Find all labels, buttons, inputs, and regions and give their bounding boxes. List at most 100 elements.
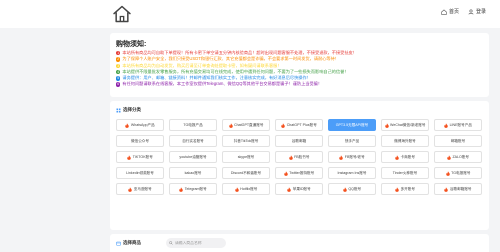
category-chip[interactable]: 邮箱账号	[434, 135, 482, 147]
category-chip[interactable]: ChatGPT直通账号	[222, 119, 270, 131]
category-chip-label: Tinder火种账号	[392, 170, 418, 175]
notice-number-badge: 1	[116, 50, 121, 56]
nav-login[interactable]: 登录	[468, 8, 486, 15]
nav-home[interactable]: 首页	[441, 8, 459, 15]
flame-icon	[445, 170, 450, 176]
category-chip[interactable]: ZALO账号	[434, 151, 482, 163]
category-chip-label: Telegram账号	[184, 186, 207, 191]
category-chip-label: ChatGPT直通账号	[234, 122, 264, 127]
notice-number-badge: 3	[116, 63, 121, 68]
search-input[interactable]	[175, 241, 225, 245]
category-chip-label: ChatGPT Plus账号	[286, 122, 317, 127]
category-chip[interactable]: 微信公众号	[116, 135, 164, 147]
notice-card: 购物须知: 1 本站所有商品均可自助下单提现！所有卡密下单空请五分钟内核验商品！超…	[110, 33, 489, 97]
notice-list: 1 本站所有商品均可自助下单提现！所有卡密下单空请五分钟内核验商品！超时出现问题客…	[116, 50, 486, 88]
category-chip[interactable]: 抖音TikTok账号	[222, 135, 270, 147]
category-chip[interactable]: ChatGPT Plus账号	[275, 119, 323, 131]
category-chip-label: WeChat微信/新老账号	[390, 122, 426, 127]
category-chip-label: 多开账号	[400, 186, 415, 191]
category-chip[interactable]: WeChat微信/新老账号	[381, 119, 429, 131]
flame-icon	[125, 122, 130, 128]
category-chip[interactable]: Twitter推特账号	[275, 167, 323, 179]
flame-icon	[395, 186, 399, 192]
category-chip-label: 亚马逊账号	[133, 186, 152, 191]
category-chip-label: Discord不和谐账号	[230, 170, 262, 175]
category-chip-label: Twitter推特账号	[289, 170, 315, 175]
top-nav: 首页 登录	[441, 8, 486, 15]
category-chip[interactable]: TIKTOK账号	[116, 151, 164, 163]
category-chip[interactable]: 自行实名账号	[169, 135, 217, 147]
category-chip-label: TG电报产品	[183, 122, 203, 127]
category-chip[interactable]: TG电报账号	[434, 167, 482, 179]
category-chip[interactable]: skype账号	[222, 151, 270, 163]
category-chip[interactable]: Discord不和谐账号	[222, 167, 270, 179]
category-chip[interactable]: Tinder火种账号	[381, 167, 429, 179]
box-icon	[116, 241, 121, 246]
category-chip-label: 自行实名账号	[182, 138, 204, 143]
category-chip-label: 谷歌邮箱账号	[449, 186, 472, 191]
flame-icon	[444, 122, 448, 128]
notice-number-badge: 4	[116, 69, 121, 75]
category-chip[interactable]: 亚马逊账号	[116, 183, 164, 195]
search-icon	[169, 241, 173, 245]
flame-icon	[234, 186, 239, 192]
notice-number-badge: 2	[116, 57, 121, 62]
notice-title: 购物须知:	[116, 41, 147, 48]
category-chip-label: QQ账号	[348, 186, 362, 191]
flame-icon	[128, 186, 133, 192]
category-chip-label: TIKTOK账号	[132, 154, 153, 159]
home-icon[interactable]	[112, 4, 132, 24]
category-chip[interactable]: QQ账号	[328, 183, 376, 195]
flame-icon	[284, 170, 288, 176]
category-chip-label: GPT3.5无限API账号	[335, 122, 369, 127]
notice-number-badge: 5	[116, 76, 121, 81]
category-chip[interactable]: WhatsApp产品	[116, 119, 164, 131]
category-chip[interactable]: youtube油管账号	[169, 151, 217, 163]
flame-icon	[447, 154, 451, 160]
category-chip-label: 快手产品	[344, 138, 360, 143]
category-chip[interactable]: TG电报产品	[169, 119, 217, 131]
category-chip[interactable]: 微博海外账号	[381, 135, 429, 147]
category-chip-label: FB脸书号	[294, 154, 310, 159]
category-chip[interactable]: Telegram账号	[169, 183, 217, 195]
category-chip[interactable]: 快手产品	[328, 135, 376, 147]
category-chip-label: TG电报账号	[451, 170, 471, 175]
product-card: 选择商品	[110, 234, 489, 252]
category-chip[interactable]: kakao账号	[169, 167, 217, 179]
flame-icon	[384, 122, 389, 128]
category-chip[interactable]: FB账号/老号	[328, 151, 376, 163]
category-chip-label: FB账号/老号	[344, 154, 365, 159]
category-chip-label: WhatsApp产品	[130, 122, 155, 127]
category-chip[interactable]: Hotflix账号	[222, 183, 270, 195]
flame-icon	[179, 186, 184, 192]
category-chip[interactable]: LINE账号产品	[434, 119, 482, 131]
flame-icon	[127, 154, 131, 160]
category-chip[interactable]: 多开账号	[381, 183, 429, 195]
flame-icon	[444, 186, 449, 192]
category-chip[interactable]: 苹果ID账号	[275, 183, 323, 195]
category-chip-label: 抖音TikTok账号	[233, 138, 259, 143]
category-grid: WhatsApp产品 TG电报产品 ChatGPT直通账号 ChatGPT Plus账…	[116, 119, 486, 195]
category-chip[interactable]: 卡商账号	[381, 151, 429, 163]
category-chip-label: youtube油管账号	[179, 154, 207, 159]
flame-icon	[343, 186, 347, 192]
house-icon	[441, 9, 447, 15]
category-chip[interactable]: 谷歌邮箱	[275, 135, 323, 147]
flame-icon	[288, 154, 293, 160]
category-chip-label: ZALO账号	[452, 154, 470, 159]
flame-icon	[287, 186, 292, 192]
product-header: 选择商品	[116, 240, 141, 246]
category-chip[interactable]: FB脸书号	[275, 151, 323, 163]
category-chip[interactable]: Linkedin领英账号	[116, 167, 164, 179]
category-chip[interactable]: GPT3.5无限API账号	[328, 119, 376, 131]
product-search	[166, 238, 226, 248]
category-chip[interactable]: Instagram Ins账号	[328, 167, 376, 179]
category-header: 选择分类	[116, 107, 141, 113]
category-chip[interactable]: 谷歌邮箱账号	[434, 183, 482, 195]
category-chip-label: Linkedin领英账号	[126, 170, 154, 175]
category-chip-label: 微信公众号	[131, 138, 149, 143]
nav-login-label: 登录	[475, 9, 486, 15]
grid-icon	[116, 108, 121, 112]
category-chip-label: 邮箱账号	[450, 138, 466, 143]
flame-icon	[281, 122, 285, 128]
